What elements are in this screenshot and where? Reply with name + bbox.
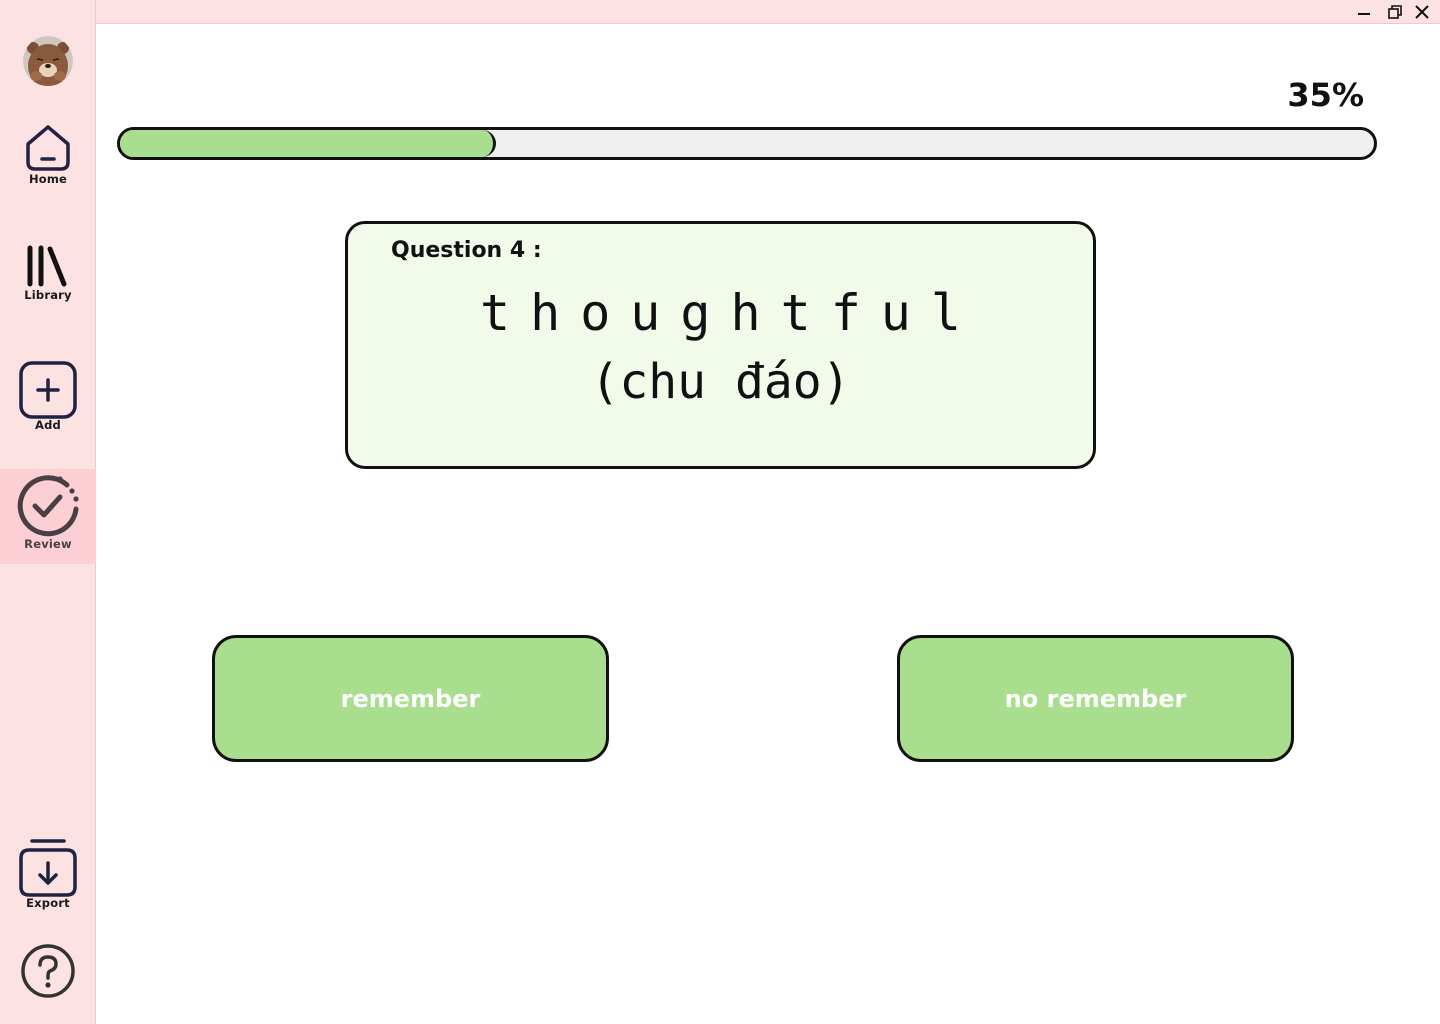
review-check-icon (17, 475, 79, 537)
flashcard: Question 4 : thoughtful (chu đáo) (345, 221, 1096, 469)
sidebar-item-home[interactable]: Home (0, 122, 96, 186)
sidebar: Home Library Add Review Export (0, 0, 96, 1024)
add-icon (19, 361, 77, 419)
sidebar-item-label: Add (35, 418, 61, 432)
sidebar-item-label: Library (24, 288, 72, 302)
progress-percentage: 35% (1287, 76, 1364, 114)
flashcard-meaning: (chu đáo) (590, 354, 851, 410)
help-icon (21, 944, 75, 998)
progress-bar-fill (120, 130, 497, 157)
title-bar (96, 0, 1440, 24)
question-label: Question 4 : (391, 238, 542, 263)
library-icon (27, 245, 67, 287)
sidebar-item-label: Review (24, 537, 72, 551)
sidebar-item-add[interactable]: Add (0, 360, 96, 432)
flashcard-word: thoughtful (479, 284, 982, 342)
sidebar-item-label: Home (28, 172, 68, 186)
sidebar-item-review[interactable]: Review (0, 469, 96, 564)
help-button[interactable] (0, 942, 96, 1000)
restore-button[interactable] (1384, 2, 1406, 22)
sidebar-item-export[interactable]: Export (0, 838, 96, 910)
bear-avatar[interactable] (23, 36, 73, 86)
minimize-button[interactable] (1353, 2, 1375, 22)
progress-bar (117, 127, 1377, 160)
sidebar-item-library[interactable]: Library (0, 242, 96, 302)
sidebar-item-label: Export (26, 896, 70, 910)
minimize-icon (1358, 13, 1370, 15)
export-icon (19, 839, 77, 897)
home-icon (26, 125, 70, 171)
close-button[interactable] (1411, 2, 1433, 22)
restore-icon (1388, 5, 1402, 19)
close-icon (1415, 5, 1429, 19)
no-remember-button[interactable]: no remember (897, 635, 1294, 762)
remember-button[interactable]: remember (212, 635, 609, 762)
